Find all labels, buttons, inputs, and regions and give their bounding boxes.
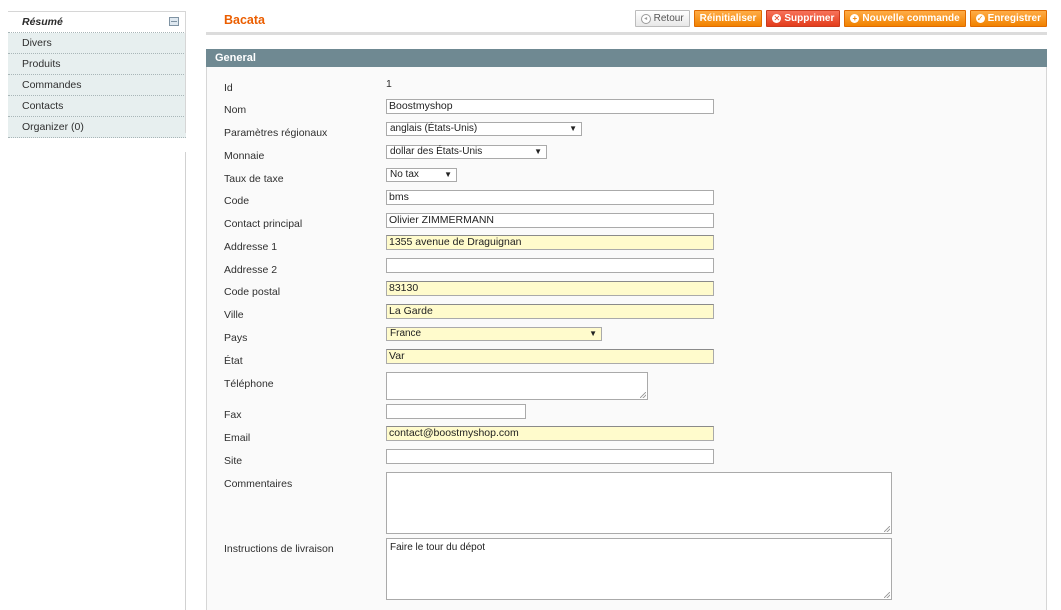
country-select[interactable]: France ▼ bbox=[386, 327, 602, 341]
code-input[interactable]: bms bbox=[386, 190, 714, 205]
address2-input[interactable] bbox=[386, 258, 714, 273]
new-order-button[interactable]: + Nouvelle commande bbox=[844, 10, 966, 27]
locale-label: Paramètres régionaux bbox=[224, 127, 328, 139]
collapse-icon[interactable] bbox=[169, 17, 179, 26]
save-button-label: Enregistrer bbox=[987, 13, 1041, 24]
chevron-down-icon: ▼ bbox=[534, 147, 542, 156]
fax-label: Fax bbox=[224, 409, 242, 421]
country-label: Pays bbox=[224, 332, 248, 344]
currency-select[interactable]: dollar des États-Unis ▼ bbox=[386, 145, 547, 159]
sidebar-item-label: Produits bbox=[22, 58, 61, 70]
check-circle-icon: ✓ bbox=[975, 14, 985, 23]
new-order-button-label: Nouvelle commande bbox=[862, 13, 960, 24]
header-divider bbox=[206, 32, 1047, 35]
country-select-value: France bbox=[390, 328, 422, 339]
back-button[interactable]: ◂ Retour bbox=[634, 10, 690, 27]
id-value: 1 bbox=[386, 78, 392, 90]
chevron-down-icon: ▼ bbox=[444, 170, 452, 179]
sidebar-item-label: Résumé bbox=[22, 16, 63, 28]
sidebar-item-label: Contacts bbox=[22, 100, 64, 112]
section-header: General bbox=[206, 49, 1047, 67]
email-input[interactable]: contact@boostmyshop.com bbox=[386, 426, 714, 441]
page-title: Bacata bbox=[224, 13, 265, 27]
reset-button[interactable]: Réinitialiser bbox=[693, 10, 763, 27]
tax-rate-select[interactable]: No tax ▼ bbox=[386, 168, 457, 182]
save-button[interactable]: ✓ Enregistrer bbox=[969, 10, 1047, 27]
resize-grip-icon[interactable] bbox=[884, 592, 890, 598]
id-label: Id bbox=[224, 82, 233, 94]
fax-input[interactable] bbox=[386, 404, 526, 419]
main-contact-label: Contact principal bbox=[224, 218, 303, 230]
reset-button-label: Réinitialiser bbox=[699, 13, 757, 24]
website-label: Site bbox=[224, 455, 243, 467]
sidebar-item-label: Divers bbox=[22, 37, 52, 49]
back-circle-icon: ◂ bbox=[640, 13, 651, 24]
name-input[interactable]: Boostmyshop bbox=[386, 99, 714, 114]
sidebar-divider bbox=[185, 11, 186, 133]
locale-select-value: anglais (États-Unis) bbox=[390, 123, 478, 134]
email-label: Email bbox=[224, 432, 251, 444]
state-input[interactable]: Var bbox=[386, 349, 714, 364]
website-input[interactable] bbox=[386, 449, 714, 464]
sidebar-item-divers[interactable]: Divers bbox=[8, 33, 186, 54]
sidebar-divider bbox=[185, 152, 186, 610]
main-contact-input[interactable]: Olivier ZIMMERMANN bbox=[386, 213, 714, 228]
delivery-textarea[interactable]: Faire le tour du dépot bbox=[386, 538, 892, 600]
sidebar-item-label: Organizer (0) bbox=[22, 121, 84, 133]
sidebar-item-label: Commandes bbox=[22, 79, 82, 91]
phone-textarea[interactable] bbox=[386, 372, 648, 400]
comments-textarea[interactable] bbox=[386, 472, 892, 534]
name-label: Nom bbox=[224, 104, 247, 116]
currency-select-value: dollar des États-Unis bbox=[390, 146, 483, 157]
sidebar-item-produits[interactable]: Produits bbox=[8, 54, 186, 75]
delivery-label: Instructions de livraison bbox=[224, 543, 334, 555]
city-input[interactable]: La Garde bbox=[386, 304, 714, 319]
postcode-label: Code postal bbox=[224, 286, 281, 298]
delivery-value: Faire le tour du dépot bbox=[390, 542, 486, 553]
sidebar-item-resume[interactable]: Résumé bbox=[8, 11, 186, 33]
resize-grip-icon[interactable] bbox=[884, 526, 890, 532]
tax-rate-label: Taux de taxe bbox=[224, 173, 284, 185]
sidebar-item-organizer[interactable]: Organizer (0) bbox=[8, 117, 186, 138]
chevron-down-icon: ▼ bbox=[589, 329, 597, 338]
phone-label: Téléphone bbox=[224, 378, 274, 390]
sidebar-item-commandes[interactable]: Commandes bbox=[8, 75, 186, 96]
state-label: État bbox=[224, 355, 243, 367]
sidebar-tabs: Résumé Divers Produits Commandes Contact… bbox=[8, 11, 186, 138]
address2-label: Addresse 2 bbox=[224, 264, 278, 276]
tax-rate-select-value: No tax bbox=[390, 169, 419, 180]
sidebar-item-contacts[interactable]: Contacts bbox=[8, 96, 186, 117]
city-label: Ville bbox=[224, 309, 244, 321]
resize-grip-icon[interactable] bbox=[640, 392, 646, 398]
currency-label: Monnaie bbox=[224, 150, 265, 162]
address1-input[interactable]: 1355 avenue de Draguignan bbox=[386, 235, 714, 250]
back-button-label: Retour bbox=[653, 13, 684, 24]
locale-select[interactable]: anglais (États-Unis) ▼ bbox=[386, 122, 582, 136]
delete-x-icon: ✕ bbox=[772, 14, 782, 23]
comments-label: Commentaires bbox=[224, 478, 293, 490]
chevron-down-icon: ▼ bbox=[569, 124, 577, 133]
postcode-input[interactable]: 83130 bbox=[386, 281, 714, 296]
code-label: Code bbox=[224, 195, 250, 207]
action-toolbar: ◂ Retour Réinitialiser ✕ Supprimer + Nou… bbox=[634, 10, 1047, 27]
delete-button-label: Supprimer bbox=[784, 13, 835, 24]
plus-circle-icon: + bbox=[850, 14, 860, 23]
delete-button[interactable]: ✕ Supprimer bbox=[766, 10, 841, 27]
address1-label: Addresse 1 bbox=[224, 241, 278, 253]
